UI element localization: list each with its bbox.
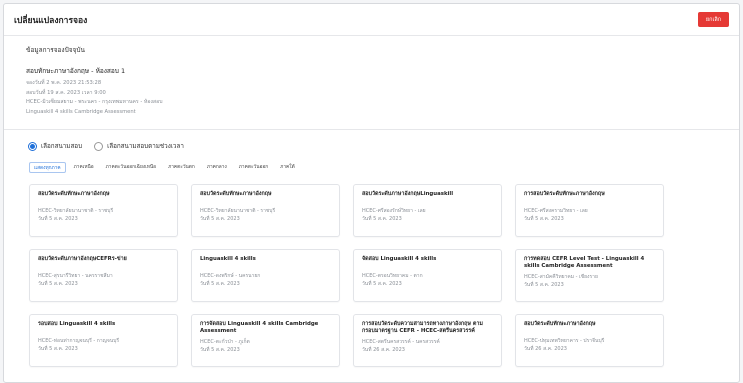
venue-card-date: วันที่ 5 ส.ค. 2023 — [362, 216, 402, 222]
venue-card[interactable]: สอบวัดระดับทักษะภาษาอังกฤษ HCEC-วิทยาลัย… — [29, 184, 178, 237]
tab-south[interactable]: ภาคใต้ — [276, 162, 299, 173]
venue-card[interactable]: การสอบวัดระดับความสามารถทางภาษาอังกฤษ ตา… — [353, 314, 502, 367]
venue-card-date: วันที่ 5 ส.ค. 2023 — [200, 347, 240, 353]
venue-card-location: HCEC-สามัคคีวิทยาคม - เชียงราย — [524, 274, 598, 280]
venue-card-date: วันที่ 5 ส.ค. 2023 — [200, 281, 240, 287]
venue-card-title: จัดสอบ Linguaskill 4 skills — [362, 256, 437, 262]
venue-card-location: HCEC-ตะกั่วป่า - ภูเก็ต — [200, 339, 250, 345]
venue-card-location: HCEC-วิทยาลัยนานาชาติ - ราชบุรี — [38, 208, 114, 214]
venue-card-date: วันที่ 5 ส.ค. 2023 — [38, 216, 78, 222]
venue-card-date: วันที่ 5 ส.ค. 2023 — [38, 346, 78, 352]
cancel-button[interactable]: ยกเลิก — [698, 12, 729, 27]
tab-central[interactable]: ภาคกลาง — [203, 162, 231, 173]
venue-card-location: HCEC-ท่อนท่ากาญจนบุรี - กาญจนบุรี — [38, 338, 120, 344]
venue-card-location: HCEC-ดงพริกษ์ - นครนายก — [200, 273, 261, 279]
venue-card-title: การสอบวัดระดับทักษะภาษาอังกฤษ — [524, 191, 605, 197]
tab-east[interactable]: ภาคตะวันออก — [235, 162, 272, 173]
booking-date: จองวันที่ 2 พ.ค. 2023 21:53:28 — [26, 80, 102, 86]
venue-mode-selector: เลือกสนามสอบ เลือกสนามสอบตามช่วงเวลา — [4, 140, 739, 152]
change-booking-page: เปลี่ยนแปลงการจอง ยกเลิก ข้อมูลการจองปัจ… — [3, 3, 740, 383]
venue-card-date: วันที่ 26 ส.ค. 2023 — [362, 347, 405, 353]
venue-card[interactable]: การจัดสอบ Linguaskill 4 skills Cambridge… — [191, 314, 340, 367]
venue-card-date: วันที่ 5 ส.ค. 2023 — [524, 216, 564, 222]
venue-card[interactable]: จัดสอบ Linguaskill 4 skills HCEC-ตรอนวิท… — [353, 249, 502, 302]
page-title: เปลี่ยนแปลงการจอง — [14, 15, 88, 26]
venue-card-location: HCEC-ศรีสองรักษ์วิทยา - เลย — [362, 208, 426, 214]
venue-card-title: Linguaskill 4 skills — [200, 256, 256, 262]
venue-card-title: รอบสอบ Linguaskill 4 skills — [38, 321, 116, 327]
venue-card[interactable]: สอบวัดระดับทักษะภาษาอังกฤษ HCEC-วิทยาลัย… — [191, 184, 340, 237]
venue-card-title: การจัดสอบ Linguaskill 4 skills Cambridge… — [200, 321, 319, 334]
radio-label-select-venue: เลือกสนามสอบ — [41, 143, 83, 150]
venue-card-title: สอบวัดระดับทักษะภาษาอังกฤษ — [38, 191, 110, 197]
venue-card-title: สอบวัดระดับภาษาอังกฤษCEFRร-ข่าย — [38, 256, 127, 262]
venue-card-title: สอบวัดระดับภาษาอังกฤษLinguaskill — [362, 191, 454, 197]
radio-label-select-by-time: เลือกสนามสอบตามช่วงเวลา — [107, 143, 184, 150]
venue-card-date: วันที่ 26 ส.ค. 2023 — [524, 346, 567, 352]
venue-card-date: วันที่ 5 ส.ค. 2023 — [524, 282, 564, 288]
current-booking-title: สอบทักษะภาษาอังกฤษ - ห้องสอบ 1 — [26, 67, 126, 75]
venue-card-location: HCEC-วิทยาลัยนานาชาติ - ราชบุรี — [200, 208, 276, 214]
venue-card-location: HCEC-ศรีสงครามวิทยา - เลย — [524, 208, 588, 214]
venue-card[interactable]: การทดสอบ CEFR Level Test - Linguaskill 4… — [515, 249, 664, 302]
radio-select-by-time[interactable] — [94, 141, 104, 151]
venue-card-location: HCEC-สตรีนครสวรรค์ - นครสวรรค์ — [362, 339, 440, 345]
venue-card[interactable]: สอบวัดระดับภาษาอังกฤษLinguaskill HCEC-ศร… — [353, 184, 502, 237]
section-divider — [4, 129, 739, 130]
top-bar: เปลี่ยนแปลงการจอง ยกเลิก — [4, 4, 739, 36]
venue-card[interactable]: Linguaskill 4 skills HCEC-ดงพริกษ์ - นคร… — [191, 249, 340, 302]
tab-all-regions[interactable]: แสดงทุกภาค — [29, 162, 66, 173]
venue-card-title: สอบวัดระดับทักษะภาษาอังกฤษ — [524, 321, 596, 327]
venue-card-grid: สอบวัดระดับทักษะภาษาอังกฤษ HCEC-วิทยาลัย… — [29, 184, 724, 367]
current-booking-section: ข้อมูลการจองปัจจุบัน สอบทักษะภาษาอังกฤษ … — [4, 36, 739, 117]
current-booking-label: ข้อมูลการจองปัจจุบัน — [26, 46, 85, 54]
exam-date: สอบวันที่ 19 ส.ค. 2023 เวลา 9:00 — [26, 89, 106, 96]
radio-select-venue[interactable] — [28, 141, 37, 151]
venue-card-title: การทดสอบ CEFR Level Test - Linguaskill 4… — [524, 256, 645, 269]
tab-north[interactable]: ภาคเหนือ — [70, 162, 98, 173]
exam-venue: HCEC-มิวเซียมสยาม - พระนคร - กรุงเทพมหาน… — [26, 99, 163, 105]
venue-card-date: วันที่ 5 ส.ค. 2023 — [38, 281, 78, 287]
exam-type: Linguaskill 4 skills Cambridge Assessmen… — [26, 108, 136, 115]
venue-card[interactable]: รอบสอบ Linguaskill 4 skills HCEC-ท่อนท่า… — [29, 314, 178, 367]
venue-card-title: การสอบวัดระดับความสามารถทางภาษาอังกฤษ ตา… — [362, 321, 483, 334]
region-tabs: แสดงทุกภาค ภาคเหนือ ภาคตะวันออกเฉียงเหนื… — [4, 162, 739, 173]
venue-card-date: วันที่ 5 ส.ค. 2023 — [362, 281, 402, 287]
venue-card-location: HCEC-ปทุมเทพวิทยาคาร - ปราจีนบุรี — [524, 338, 605, 344]
venue-card-location: HCEC-สุรนารีวิทยา - นครราชสีมา — [38, 273, 113, 279]
tab-northeast[interactable]: ภาคตะวันออกเฉียงเหนือ — [102, 162, 160, 173]
venue-card-location: HCEC-ตรอนวิทยาคม - ตาก — [362, 273, 423, 279]
tab-west[interactable]: ภาคตะวันตก — [164, 162, 199, 173]
venue-card[interactable]: การสอบวัดระดับทักษะภาษาอังกฤษ HCEC-ศรีสง… — [515, 184, 664, 237]
venue-card-date: วันที่ 5 ส.ค. 2023 — [200, 216, 240, 222]
venue-card-title: สอบวัดระดับทักษะภาษาอังกฤษ — [200, 191, 272, 197]
venue-card[interactable]: สอบวัดระดับภาษาอังกฤษCEFRร-ข่าย HCEC-สุร… — [29, 249, 178, 302]
venue-card[interactable]: สอบวัดระดับทักษะภาษาอังกฤษ HCEC-ปทุมเทพว… — [515, 314, 664, 367]
